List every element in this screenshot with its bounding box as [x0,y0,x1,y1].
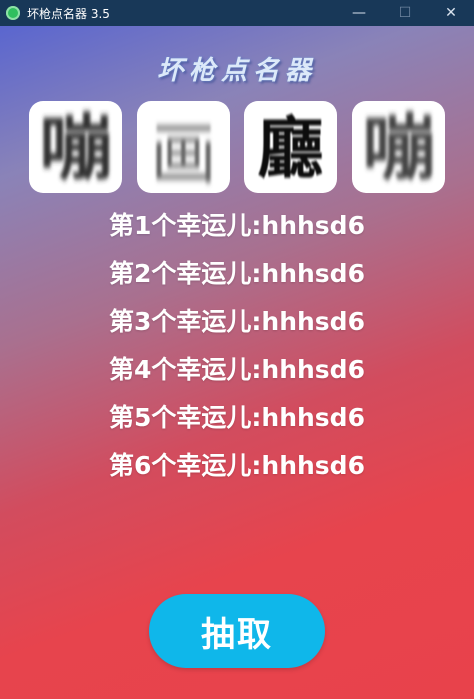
slot-char-3: 廳 [258,110,324,187]
main-panel: 坏枪点名器 嘣 画 廳 嘣 第1个幸运儿:hhhsd6 第2个幸运儿:hhhsd… [0,26,474,699]
slot-card-1: 嘣 [29,101,122,193]
winner-line-2: 第2个幸运儿:hhhsd6 [109,259,365,288]
window-controls: — ☐ ✕ [336,0,474,26]
close-button[interactable]: ✕ [428,0,474,26]
slot-row: 嘣 画 廳 嘣 [29,101,445,193]
window-title: 坏枪点名器 3.5 [27,6,110,21]
minimize-button[interactable]: — [336,0,382,26]
winner-list: 第1个幸运儿:hhhsd6 第2个幸运儿:hhhsd6 第3个幸运儿:hhhsd… [0,206,474,494]
slot-char-1: 嘣 [39,106,111,190]
slot-card-4: 嘣 [351,101,445,193]
winner-line-5: 第5个幸运儿:hhhsd6 [109,403,365,432]
winner-line-6: 第6个幸运儿:hhhsd6 [109,451,365,480]
app-icon [6,6,20,20]
app-heading: 坏枪点名器 [156,56,317,86]
slot-char-2: 画 [150,116,216,193]
winner-line-1: 第1个幸运儿:hhhsd6 [109,211,365,240]
slot-char-4: 嘣 [362,106,434,190]
title-bar: 坏枪点名器 3.5 — ☐ ✕ [0,0,474,26]
maximize-button[interactable]: ☐ [382,0,428,26]
slot-card-3: 廳 [244,101,338,193]
slot-card-2: 画 [136,101,230,193]
draw-button[interactable]: 抽取 [149,594,325,668]
winner-line-3: 第3个幸运儿:hhhsd6 [109,307,365,336]
app-window: 坏枪点名器 3.5 — ☐ ✕ 坏枪点名器 嘣 画 廳 嘣 第1个幸运儿:hhh… [0,0,474,699]
winner-line-4: 第4个幸运儿:hhhsd6 [109,355,365,384]
